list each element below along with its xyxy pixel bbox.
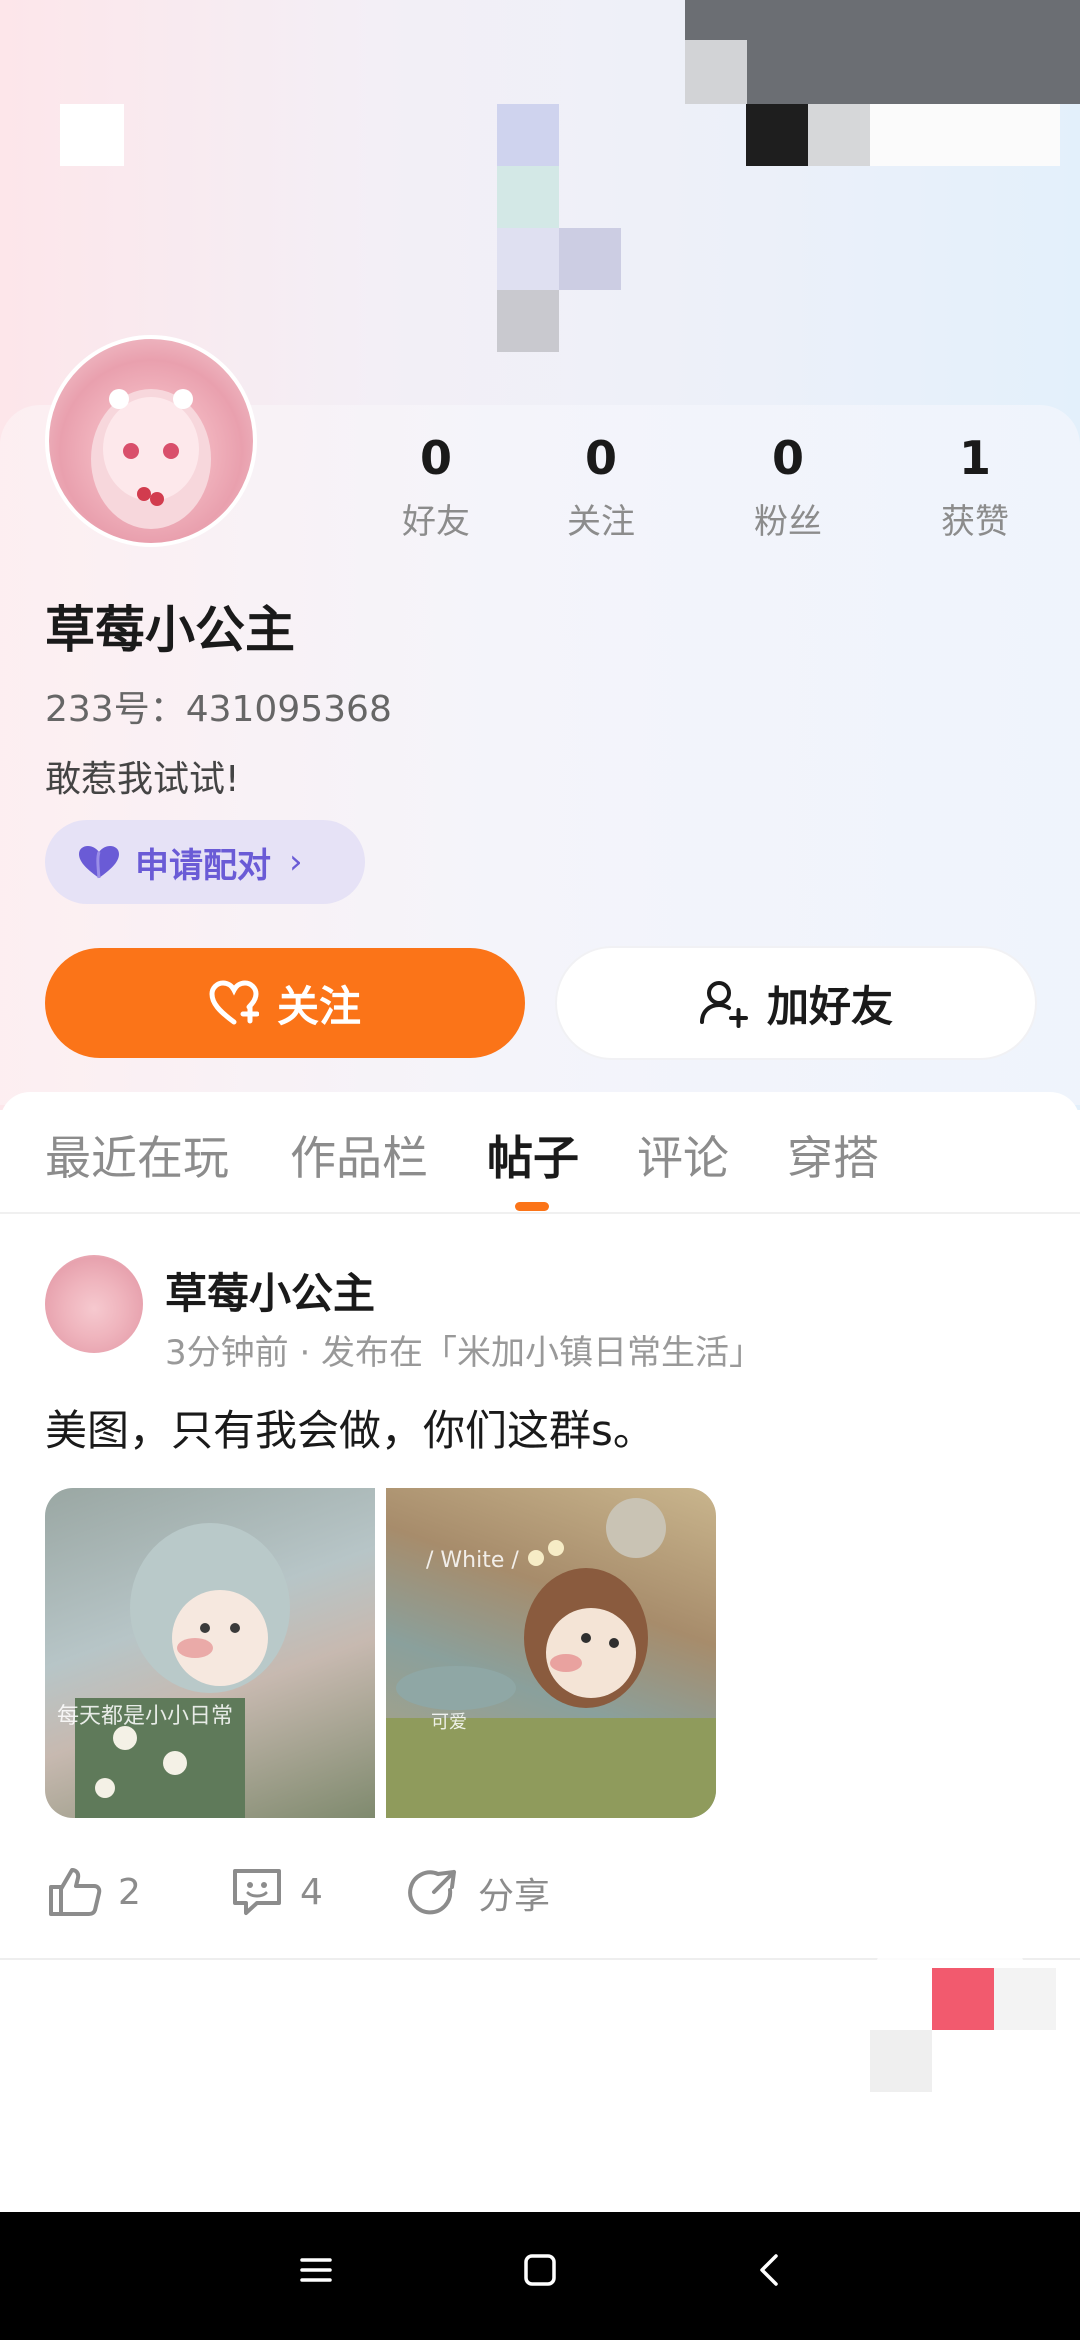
tab-divider	[0, 1212, 1080, 1214]
stat-value: 0	[419, 431, 452, 485]
menu-button[interactable]	[298, 2252, 334, 2292]
post-author-name[interactable]: 草莓小公主	[165, 1260, 375, 1321]
tab-works[interactable]: 作品栏	[290, 1122, 428, 1188]
back-icon	[760, 2254, 778, 2286]
stat-value: 0	[584, 431, 617, 485]
pixelated-header-block	[685, 40, 747, 104]
profile-bio: 敢惹我试试!	[45, 759, 240, 800]
thumbs-up-icon	[49, 1868, 102, 1916]
chevron-right-icon: ›	[289, 842, 303, 882]
image-caption: / White /	[426, 1548, 519, 1573]
avatar-illustration	[91, 389, 211, 529]
stat-likes[interactable]: 1 获赞	[905, 430, 1045, 543]
stat-value: 1	[958, 431, 991, 485]
pixelated-header-block	[746, 104, 808, 166]
stat-value: 0	[771, 431, 804, 485]
profile-uid: 233号：431095368	[45, 689, 392, 730]
post-image[interactable]: / White / 可爱	[386, 1488, 716, 1818]
pixelated-header-block	[870, 104, 1060, 166]
pixelated-header-block	[497, 228, 559, 290]
share-button[interactable]: 分享	[408, 1867, 550, 1919]
comment-icon	[233, 1869, 281, 1915]
stat-label: 关注	[567, 502, 635, 542]
post-author-avatar[interactable]	[45, 1255, 143, 1353]
tab-recent-play[interactable]: 最近在玩	[45, 1122, 229, 1188]
profile-username: 草莓小公主	[45, 601, 295, 659]
tab-comments[interactable]: 评论	[637, 1122, 729, 1188]
post-image[interactable]: 每天都是小小日常	[45, 1488, 375, 1818]
like-button[interactable]: 2	[48, 1867, 141, 1917]
follow-label: 关注	[276, 981, 361, 1031]
system-navigation-bar	[0, 2212, 1080, 2340]
pixelated-header-block	[497, 290, 559, 352]
pixelated-decoration-block	[994, 1968, 1056, 2030]
like-count: 2	[118, 1871, 141, 1913]
apply-pair-label: 申请配对	[135, 845, 271, 886]
stat-friends[interactable]: 0 好友	[366, 430, 506, 543]
avatar[interactable]	[45, 335, 257, 547]
stat-following[interactable]: 0 关注	[531, 430, 671, 543]
add-friend-label: 加好友	[766, 981, 893, 1031]
stat-label: 好友	[402, 502, 470, 542]
image-tag: 可爱	[431, 1712, 467, 1733]
post-image-illustration	[75, 1523, 290, 1818]
pixelated-header-block	[60, 104, 124, 166]
post-image-illustration	[386, 1498, 716, 1818]
heart-icon	[79, 846, 119, 879]
pixelated-decoration-block	[932, 1968, 994, 2030]
heart-plus-icon	[209, 980, 259, 1025]
post-meta: 3分钟前 · 发布在「米加小镇日常生活」	[165, 1333, 764, 1373]
post-text[interactable]: 美图，只有我会做，你们这群s。	[45, 1397, 655, 1458]
tab-posts[interactable]: 帖子	[487, 1122, 579, 1188]
stat-fans[interactable]: 0 粉丝	[718, 430, 858, 543]
share-label: 分享	[478, 1876, 551, 1917]
back-button[interactable]	[752, 2252, 788, 2292]
comment-button[interactable]: 4	[230, 1867, 323, 1917]
share-icon	[408, 1870, 456, 1915]
pixelated-header-block	[808, 104, 870, 166]
active-tab-indicator	[515, 1202, 549, 1211]
user-plus-icon	[699, 981, 748, 1028]
stat-label: 粉丝	[754, 502, 822, 542]
apply-pair-button[interactable]: 申请配对 ›	[45, 820, 365, 904]
image-caption: 每天都是小小日常	[57, 1704, 234, 1729]
add-friend-button[interactable]: 加好友	[557, 948, 1035, 1058]
pixelated-header-block	[497, 104, 559, 166]
tab-outfits[interactable]: 穿搭	[787, 1122, 879, 1188]
profile-tabs: 最近在玩 作品栏 帖子 评论 穿搭	[0, 1122, 1080, 1202]
pixelated-header-block	[559, 228, 621, 290]
home-button[interactable]	[522, 2252, 558, 2292]
home-square-icon	[524, 2254, 556, 2286]
stat-label: 获赞	[941, 502, 1009, 542]
menu-icon	[300, 2258, 332, 2282]
pixelated-decoration-block	[870, 2030, 932, 2092]
follow-button[interactable]: 关注	[45, 948, 525, 1058]
pixelated-header-block	[497, 166, 559, 228]
comment-count: 4	[300, 1871, 323, 1913]
